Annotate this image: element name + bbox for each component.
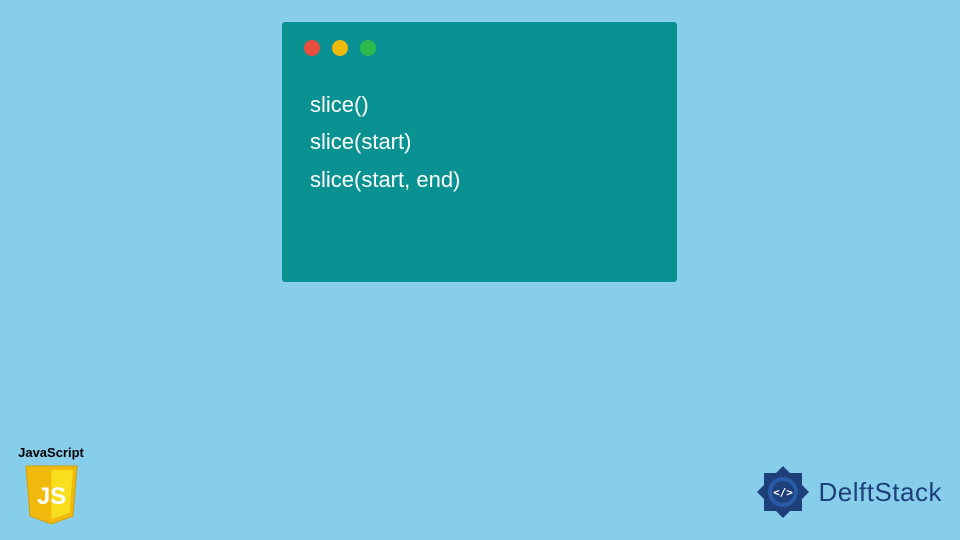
delftstack-icon: </> — [753, 462, 813, 522]
minimize-icon — [332, 40, 348, 56]
maximize-icon — [360, 40, 376, 56]
svg-text:</>: </> — [773, 486, 793, 499]
code-line: slice(start) — [310, 123, 655, 160]
code-line: slice() — [310, 86, 655, 123]
code-window: slice() slice(start) slice(start, end) — [282, 22, 677, 282]
javascript-shield-icon: JS — [24, 464, 79, 526]
brand-logo-group: </> DelftStack — [753, 462, 943, 522]
shield-text: JS — [36, 483, 65, 510]
close-icon — [304, 40, 320, 56]
code-content: slice() slice(start) slice(start, end) — [304, 86, 655, 198]
javascript-badge: JavaScript JS — [16, 445, 86, 526]
javascript-label: JavaScript — [16, 445, 86, 460]
window-titlebar — [304, 40, 655, 56]
brand-name: DelftStack — [819, 477, 943, 508]
code-line: slice(start, end) — [310, 161, 655, 198]
